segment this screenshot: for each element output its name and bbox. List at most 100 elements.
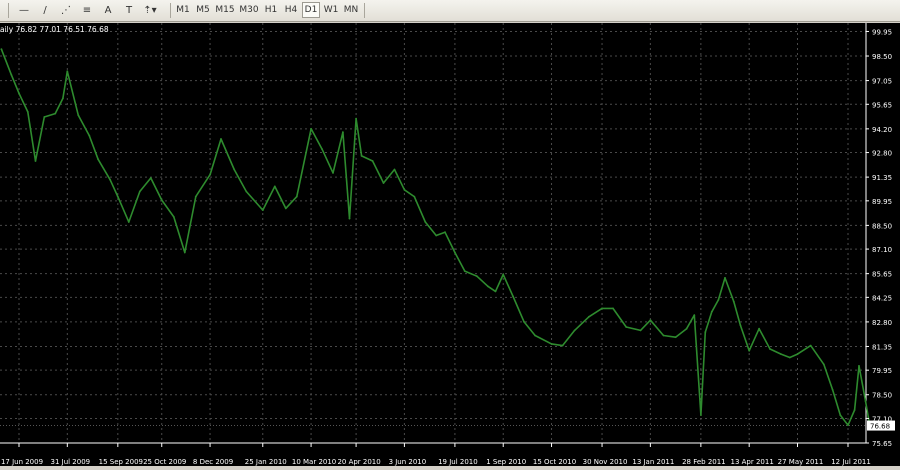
trendline-icon[interactable]: / <box>35 2 55 18</box>
y-tick-label: 89.95 <box>872 198 892 206</box>
price-point <box>662 334 665 337</box>
price-point <box>601 307 603 310</box>
text-label-icon[interactable]: T <box>119 2 139 18</box>
price-point <box>534 334 536 337</box>
y-tick-label: 87.10 <box>872 246 892 254</box>
price-point <box>88 134 91 137</box>
period-button-d1[interactable]: D1 <box>302 2 320 18</box>
y-tick-label: 98.50 <box>872 53 892 61</box>
period-button-m1[interactable]: M1 <box>174 2 192 18</box>
price-point <box>809 344 812 347</box>
price-point <box>502 273 505 276</box>
fibonacci-retracement-icon[interactable]: ≡ <box>77 2 97 18</box>
x-tick-label: 27 May 2011 <box>778 458 824 466</box>
toolbar-separator <box>8 3 9 18</box>
price-point <box>550 343 553 345</box>
price-point <box>700 414 702 416</box>
horizontal-line-icon[interactable]: — <box>14 2 34 18</box>
price-point <box>780 353 782 355</box>
y-tick-label: 85.65 <box>872 271 892 279</box>
price-point <box>487 285 489 288</box>
price-point <box>183 251 186 254</box>
price-point <box>194 195 197 198</box>
price-point <box>864 400 867 403</box>
toolbar-separator <box>364 3 365 18</box>
arrows-icon[interactable]: ⇡▾ <box>140 2 160 18</box>
price-point <box>853 409 856 411</box>
x-tick-label: 10 Mar 2010 <box>292 458 336 466</box>
price-point <box>127 221 130 223</box>
price-point <box>839 414 842 416</box>
price-point <box>43 116 46 118</box>
price-point <box>512 295 514 298</box>
price-point <box>685 327 688 330</box>
price-point <box>831 388 834 391</box>
price-point <box>360 155 363 157</box>
price-point <box>494 290 497 293</box>
price-point <box>693 314 696 316</box>
price-point <box>273 185 276 188</box>
price-point <box>732 300 735 303</box>
x-tick-label: 31 Jul 2009 <box>51 458 91 466</box>
price-point <box>758 327 760 330</box>
price-point <box>0 48 3 51</box>
price-point <box>342 131 344 134</box>
price-point <box>573 329 576 332</box>
current-price-label: 76.68 <box>870 423 890 431</box>
price-point <box>710 310 713 313</box>
y-tick-label: 94.20 <box>872 126 892 134</box>
price-point <box>463 270 466 272</box>
chart-area[interactable]: 99.95 98.50 97.05 95.65 94.20 92.80 91.35 89.95… <box>0 23 900 466</box>
x-tick-label: 15 Sep 2009 <box>99 458 143 466</box>
price-point <box>284 207 287 210</box>
price-point <box>160 199 163 201</box>
price-point <box>355 117 357 120</box>
y-tick-label: 79.95 <box>872 367 892 375</box>
price-point <box>739 324 742 327</box>
price-point <box>66 70 69 73</box>
price-point <box>97 158 99 161</box>
price-point <box>435 234 438 237</box>
period-button-h4[interactable]: H4 <box>282 2 300 18</box>
price-point <box>639 329 642 332</box>
price-point <box>769 348 771 350</box>
price-point <box>796 353 799 355</box>
period-button-m30[interactable]: M30 <box>238 2 260 18</box>
period-button-h1[interactable]: H1 <box>262 2 280 18</box>
price-point <box>403 188 406 191</box>
y-tick-label: 88.50 <box>872 222 892 230</box>
price-point <box>454 251 456 254</box>
period-button-m15[interactable]: M15 <box>214 2 236 18</box>
x-tick-label: 30 Nov 2010 <box>583 458 628 466</box>
fibonacci-icon[interactable]: ⋰ <box>56 2 76 18</box>
y-tick-label: 95.65 <box>872 101 892 109</box>
price-point <box>413 195 416 198</box>
price-point <box>523 321 525 323</box>
text-tool-icon[interactable]: A <box>98 2 118 18</box>
price-chart[interactable]: 99.95 98.50 97.05 95.65 94.20 92.80 91.35 89.95… <box>0 23 900 466</box>
y-tick-label: 91.35 <box>872 174 892 182</box>
price-point <box>332 172 334 174</box>
period-button-m5[interactable]: M5 <box>194 2 212 18</box>
x-tick-label: 28 Feb 2011 <box>682 458 726 466</box>
price-point <box>822 363 825 366</box>
price-point <box>704 331 707 333</box>
period-button-w1[interactable]: W1 <box>322 2 340 18</box>
x-tick-label: 8 Dec 2009 <box>193 458 233 466</box>
price-line-series <box>0 48 874 428</box>
price-point <box>847 424 849 427</box>
price-point <box>424 221 427 223</box>
price-point <box>382 182 385 184</box>
period-button-mn[interactable]: MN <box>342 2 360 18</box>
price-point <box>261 209 264 212</box>
price-point <box>674 336 677 339</box>
price-point <box>625 326 628 328</box>
price-point <box>34 160 37 162</box>
price-point <box>561 344 564 347</box>
price-point <box>717 299 720 301</box>
y-tick-label: 99.95 <box>872 28 892 36</box>
price-point <box>109 178 111 181</box>
price-point <box>54 112 57 115</box>
x-tick-label: 3 Jun 2010 <box>389 458 427 466</box>
price-point <box>321 148 323 151</box>
